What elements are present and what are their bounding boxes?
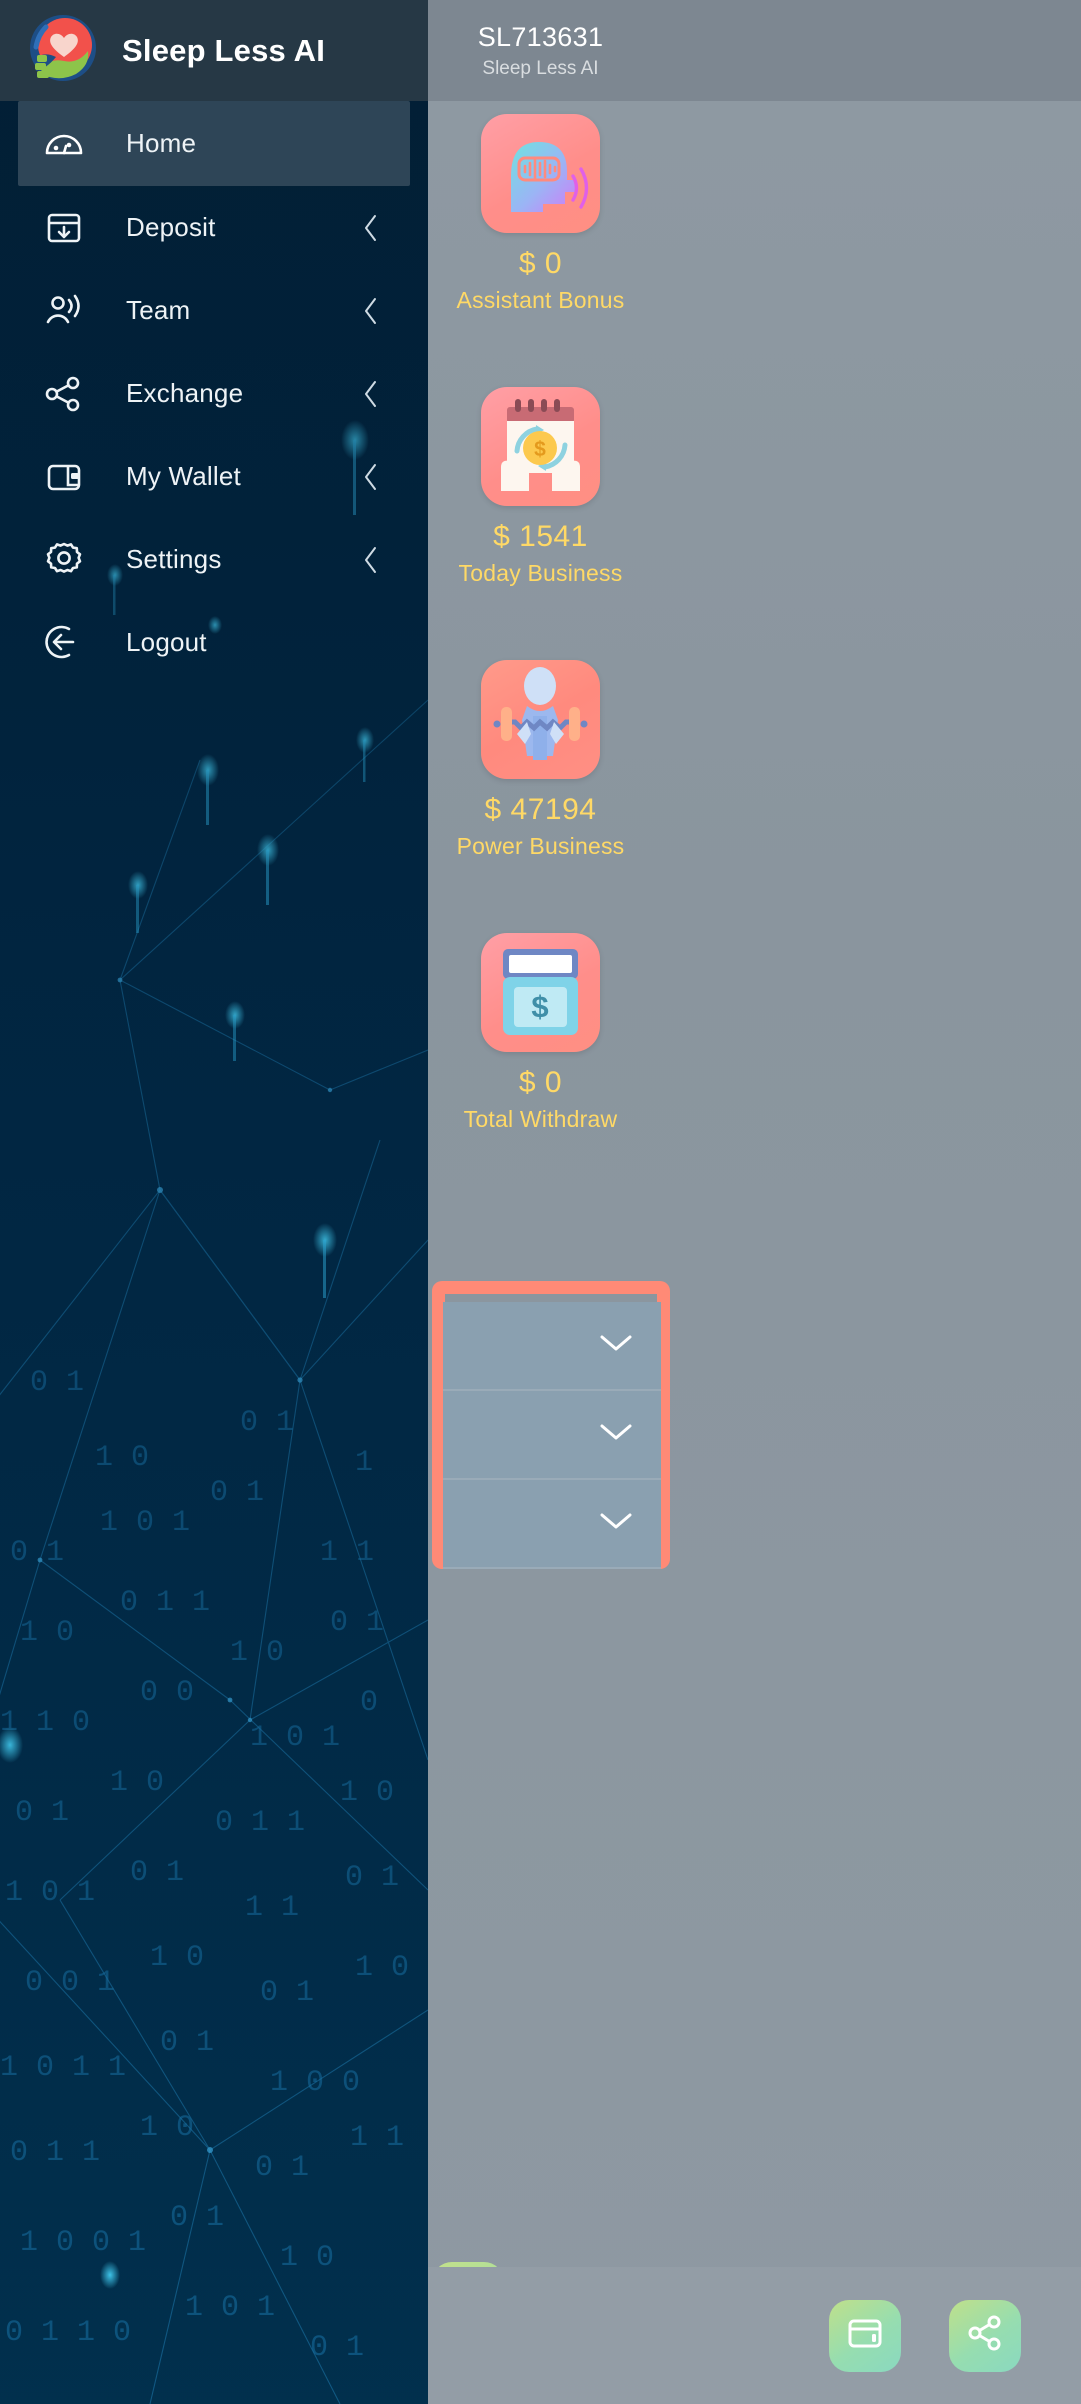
team-broadcast-icon: [42, 289, 86, 333]
share-nodes-icon: [965, 2313, 1005, 2358]
deposit-box-icon: [42, 206, 86, 250]
stat-value: $ 47194: [484, 793, 597, 826]
accordion-container: [432, 1281, 670, 1569]
sidebar-item-label: Team: [126, 295, 191, 325]
head-soundwave-icon: [481, 114, 600, 233]
sidebar-item-settings[interactable]: Settings: [0, 518, 428, 601]
chevron-down-icon: [599, 1333, 633, 1358]
stat-value: $ 0: [518, 1066, 563, 1099]
drawer-header: Sleep Less AI: [0, 0, 428, 101]
bottom-nav-item-share[interactable]: [949, 2299, 1021, 2372]
chevron-left-icon: [362, 462, 380, 492]
sidebar-item-label: Deposit: [126, 212, 216, 242]
sidebar-item-label: Settings: [126, 544, 222, 574]
sidebar-item-home[interactable]: Home: [18, 101, 410, 186]
chevron-down-icon: [599, 1511, 633, 1536]
accordion-list: [443, 1302, 661, 1569]
account-app-name: Sleep Less AI: [482, 57, 599, 79]
wallet-icon: [42, 455, 86, 499]
stat-value: $ 1541: [493, 520, 588, 553]
logout-arrow-icon: [42, 621, 86, 665]
account-id: SL713631: [477, 21, 604, 52]
stat-label: Today Business: [458, 560, 623, 586]
sidebar-item-label: Logout: [126, 627, 207, 657]
stat-value: $ 0: [518, 247, 563, 280]
share-nodes-icon: [42, 372, 86, 416]
bottom-nav-item-wallet[interactable]: [829, 2299, 901, 2372]
dashboard-gauge-icon: [42, 122, 86, 166]
sidebar-item-exchange[interactable]: Exchange: [0, 352, 428, 435]
chevron-left-icon: [362, 296, 380, 326]
stat-label: Assistant Bonus: [456, 287, 625, 313]
hands-coin-icon: $: [481, 387, 600, 506]
chevron-left-icon: [362, 379, 380, 409]
chevron-left-icon: [362, 213, 380, 243]
app-root: SL713631 Sleep Less AI $ 0 Assistant Bon…: [0, 0, 1081, 2404]
stat-label: Power Business: [456, 833, 625, 859]
sidebar-item-team[interactable]: Team: [0, 269, 428, 352]
weightlifter-icon: [481, 660, 600, 779]
gear-icon: [42, 538, 86, 582]
sidebar-item-deposit[interactable]: Deposit: [0, 186, 428, 269]
brand-name: Sleep Less AI: [122, 32, 326, 68]
accordion-row[interactable]: [443, 1302, 661, 1391]
accordion-row[interactable]: [443, 1480, 661, 1569]
atm-cash-icon: $: [481, 933, 600, 1052]
navigation-drawer: 0 11 0 10 1 1 11 00 1 1 1 00 11 1 0 0 01…: [0, 0, 428, 2404]
stat-label: Total Withdraw: [463, 1106, 618, 1132]
svg-text:$: $: [531, 989, 548, 1024]
svg-text:$: $: [534, 438, 546, 461]
chevron-left-icon: [362, 545, 380, 575]
accordion-row[interactable]: [443, 1391, 661, 1480]
sidebar-item-label: My Wallet: [126, 461, 241, 491]
chevron-down-icon: [599, 1422, 633, 1447]
sidebar-item-label: Home: [126, 128, 197, 158]
wallet-icon: [845, 2313, 885, 2358]
sidebar-item-my-wallet[interactable]: My Wallet: [0, 435, 428, 518]
sidebar-menu: Home Deposit Team Exchange My Wallet Set…: [0, 101, 428, 684]
sidebar-item-label: Exchange: [126, 378, 244, 408]
sidebar-item-logout[interactable]: Logout: [0, 601, 428, 684]
heart-hand-logo: [26, 11, 100, 90]
